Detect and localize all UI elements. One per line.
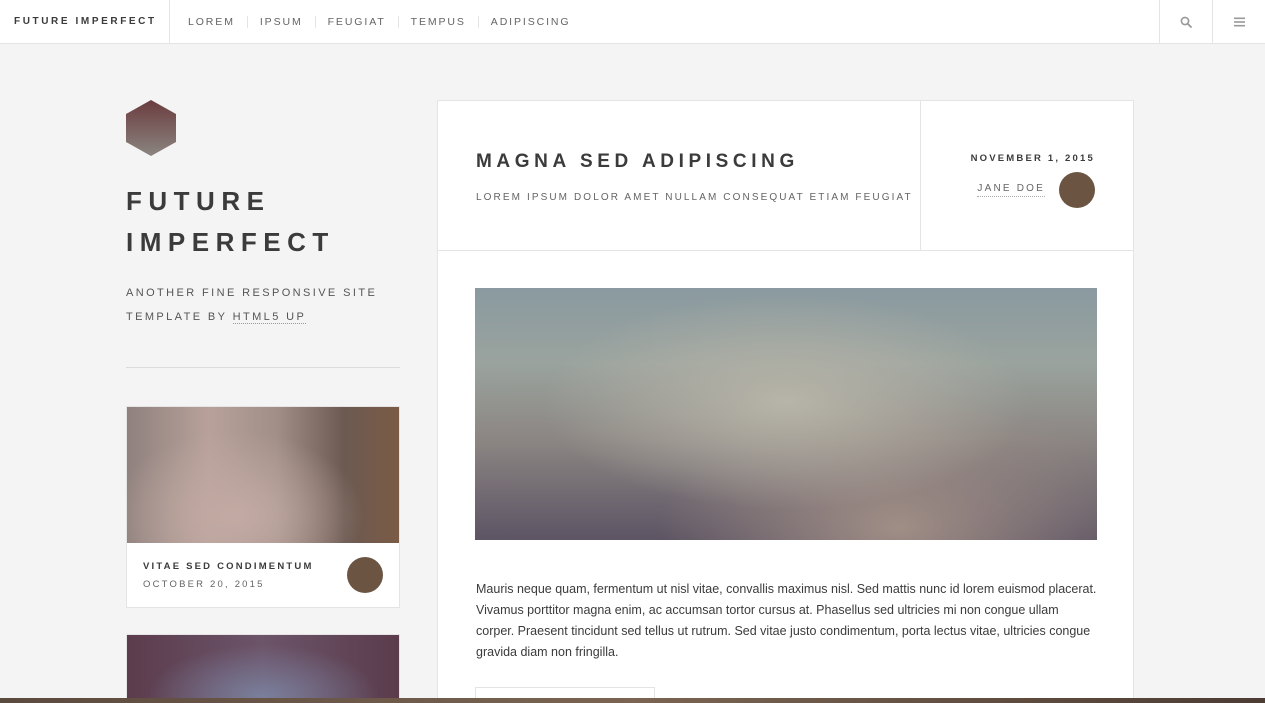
- nav-item-tempus[interactable]: TEMPUS: [397, 15, 478, 28]
- mini-post-image[interactable]: [127, 407, 399, 543]
- search-icon: [1180, 16, 1192, 28]
- mini-post-image-2[interactable]: [126, 634, 400, 703]
- post-author: JANE DOE: [921, 172, 1095, 208]
- nav-item-adipiscing[interactable]: ADIPISCING: [477, 15, 583, 28]
- main-post: MAGNA SED ADIPISCING LOREM IPSUM DOLOR A…: [437, 100, 1134, 703]
- post-title[interactable]: MAGNA SED ADIPISCING: [476, 151, 920, 173]
- top-header: FUTURE IMPERFECT LOREM IPSUM FEUGIAT TEM…: [0, 0, 1265, 44]
- nav-item-feugiat[interactable]: FEUGIAT: [314, 15, 398, 28]
- post-header: MAGNA SED ADIPISCING LOREM IPSUM DOLOR A…: [438, 101, 1133, 251]
- site-tagline: ANOTHER FINE RESPONSIVE SITE TEMPLATE BY…: [126, 281, 400, 329]
- hexagon-logo-icon[interactable]: [126, 100, 176, 156]
- post-title-block: MAGNA SED ADIPISCING LOREM IPSUM DOLOR A…: [438, 101, 921, 250]
- author-avatar[interactable]: [1059, 172, 1095, 208]
- menu-button[interactable]: [1212, 0, 1265, 43]
- mini-post-info: VITAE SED CONDIMENTUM OCTOBER 20, 2015: [127, 543, 399, 607]
- site-brand-link[interactable]: FUTURE IMPERFECT: [0, 0, 170, 43]
- main-nav: LOREM IPSUM FEUGIAT TEMPUS ADIPISCING: [170, 0, 1159, 43]
- nav-item-lorem[interactable]: LOREM: [176, 16, 247, 28]
- html5up-link[interactable]: HTML5 UP: [232, 311, 307, 324]
- post-image[interactable]: [475, 288, 1097, 540]
- menu-icon: [1233, 17, 1245, 26]
- site-title: FUTURE IMPERFECT: [126, 186, 335, 257]
- post-date: NOVEMBER 1, 2015: [970, 153, 1095, 164]
- mini-post-date: OCTOBER 20, 2015: [143, 578, 265, 590]
- mini-post-avatar[interactable]: [347, 557, 383, 593]
- sidebar: FUTURE IMPERFECT ANOTHER FINE RESPONSIVE…: [126, 100, 400, 703]
- post-body: Mauris neque quam, fermentum ut nisl vit…: [476, 582, 1097, 659]
- post-subtitle: LOREM IPSUM DOLOR AMET NULLAM CONSEQUAT …: [476, 192, 913, 203]
- author-name-link[interactable]: JANE DOE: [977, 183, 1045, 197]
- mini-post-title[interactable]: VITAE SED CONDIMENTUM: [143, 561, 347, 572]
- bottom-edge-strip: [0, 698, 1265, 703]
- nav-item-ipsum[interactable]: IPSUM: [246, 15, 315, 28]
- post-meta: NOVEMBER 1, 2015 JANE DOE: [921, 101, 1133, 250]
- search-button[interactable]: [1159, 0, 1212, 43]
- mini-post[interactable]: VITAE SED CONDIMENTUM OCTOBER 20, 2015: [126, 406, 400, 608]
- sidebar-divider: [126, 367, 400, 368]
- mini-post-text: VITAE SED CONDIMENTUM OCTOBER 20, 2015: [143, 561, 347, 590]
